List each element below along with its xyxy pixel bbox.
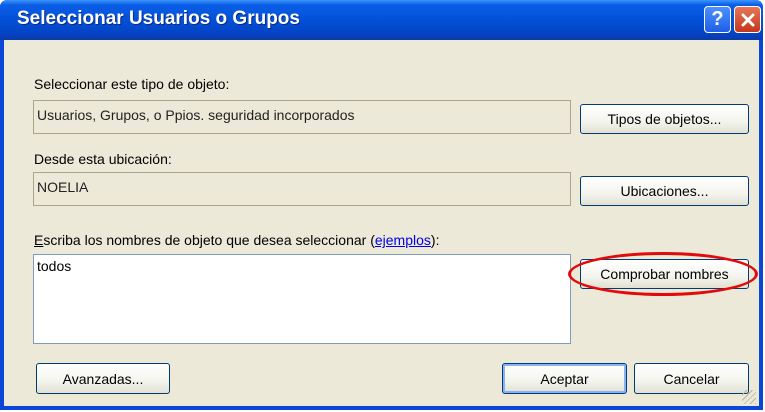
close-button[interactable]: [734, 6, 761, 33]
ok-button[interactable]: Aceptar: [502, 363, 627, 394]
object-type-field: Usuarios, Grupos, o Ppios. seguridad inc…: [33, 100, 571, 134]
names-label: Escriba los nombres de objeto que desea …: [34, 232, 439, 248]
dialog-title: Seleccionar Usuarios o Grupos: [17, 8, 300, 29]
resize-grip[interactable]: [742, 390, 756, 404]
object-type-value: Usuarios, Grupos, o Ppios. seguridad inc…: [37, 107, 355, 123]
check-names-button[interactable]: Comprobar nombres: [580, 259, 749, 289]
help-icon: ?: [711, 8, 724, 30]
help-button[interactable]: ?: [704, 6, 731, 33]
dialog-window: Seleccionar Usuarios o Grupos ? Seleccio…: [0, 0, 763, 410]
dialog-body: Seleccionar este tipo de objeto: Usuario…: [4, 40, 759, 406]
title-bar[interactable]: Seleccionar Usuarios o Grupos ?: [0, 0, 763, 40]
names-input[interactable]: todos: [33, 254, 571, 344]
names-label-text: scriba los nombres de objeto que desea s…: [43, 232, 375, 248]
close-icon: [741, 13, 754, 26]
location-label: Desde esta ubicación:: [34, 151, 172, 167]
cancel-button[interactable]: Cancelar: [634, 363, 749, 394]
locations-button[interactable]: Ubicaciones...: [580, 176, 749, 206]
advanced-button[interactable]: Avanzadas...: [36, 363, 170, 394]
examples-link[interactable]: ejemplos: [375, 232, 431, 248]
names-label-end: ):: [430, 232, 440, 248]
names-label-accel: E: [34, 232, 44, 248]
names-input-value: todos: [37, 258, 72, 274]
object-types-button[interactable]: Tipos de objetos...: [580, 104, 749, 134]
location-field: NOELIA: [33, 172, 571, 206]
location-value: NOELIA: [37, 179, 89, 195]
object-type-label: Seleccionar este tipo de objeto:: [34, 76, 230, 92]
